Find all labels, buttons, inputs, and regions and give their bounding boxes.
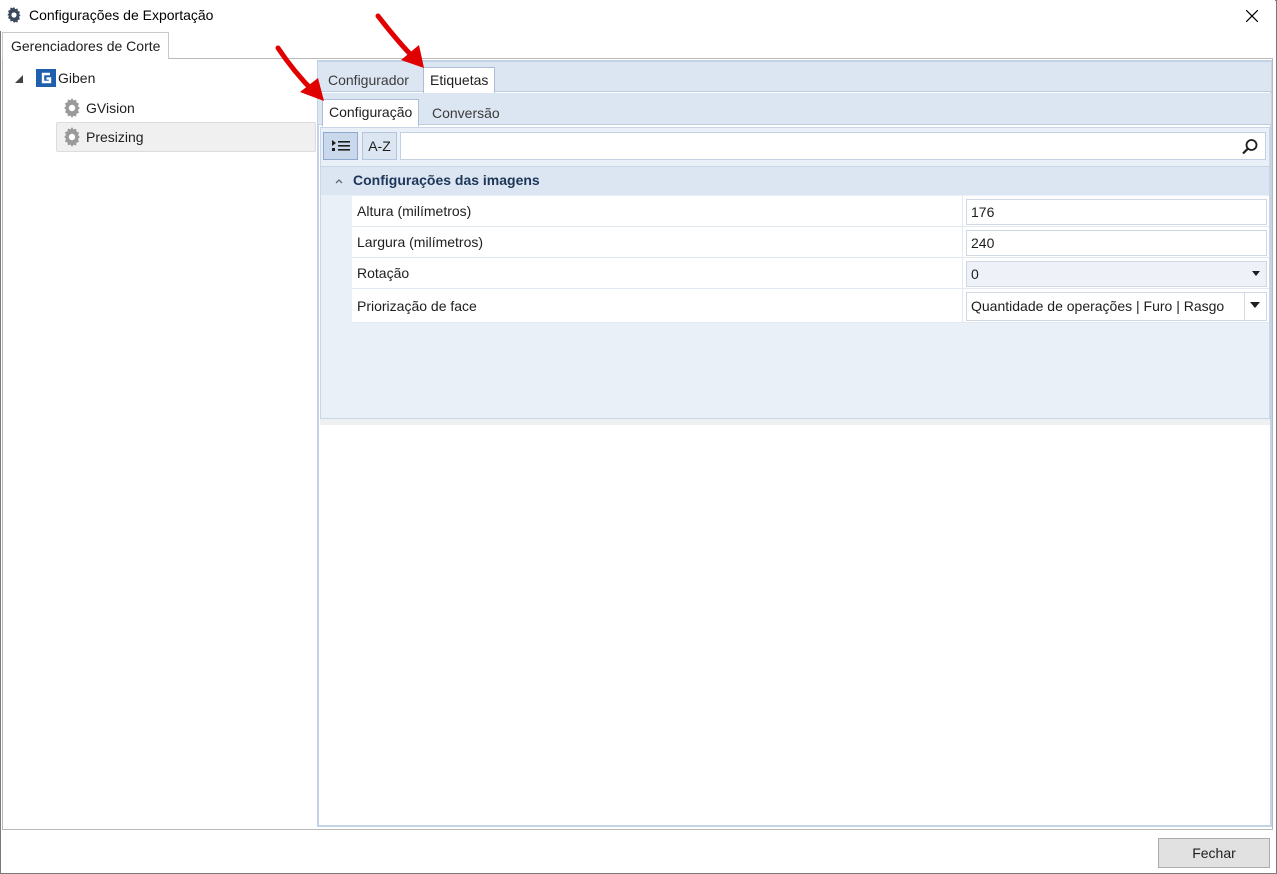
property-row: Largura (milímetros) 240: [352, 227, 1269, 258]
property-search-input[interactable]: [400, 132, 1266, 160]
tree-item-label: Giben: [58, 70, 96, 86]
close-icon: [1246, 9, 1258, 22]
dropdown-arrow-icon: [1252, 271, 1260, 276]
property-label: Rotação: [357, 265, 410, 281]
property-grid-divider: [320, 419, 1270, 425]
search-icon[interactable]: [1241, 138, 1259, 156]
property-label: Priorização de face: [357, 298, 477, 314]
rotation-dropdown[interactable]: 0: [966, 261, 1267, 287]
tree-item-label: GVision: [86, 100, 135, 116]
column-divider: [962, 227, 963, 258]
column-divider: [962, 289, 963, 323]
tab-gerenciadores-de-corte[interactable]: Gerenciadores de Corte: [2, 32, 170, 59]
tree-item-presizing[interactable]: Presizing: [56, 122, 316, 152]
property-row: Rotação 0: [352, 258, 1269, 289]
column-divider: [962, 258, 963, 289]
column-divider: [962, 196, 963, 227]
tree-item-label: Presizing: [86, 129, 144, 145]
tab-etiquetas[interactable]: Etiquetas: [423, 67, 496, 94]
property-label: Altura (milímetros): [357, 203, 472, 219]
giben-logo-icon: [36, 69, 56, 87]
window-title: Configurações de Exportação: [29, 7, 214, 23]
category-title: Configurações das imagens: [353, 172, 540, 188]
alphabetical-sort-button[interactable]: A-Z: [362, 132, 397, 160]
dropdown-arrow-icon: [1250, 302, 1260, 308]
categorized-view-button[interactable]: [323, 132, 358, 160]
gear-icon: [64, 98, 80, 118]
close-dialog-button[interactable]: Fechar: [1158, 838, 1270, 868]
tab-conversao[interactable]: Conversão: [426, 101, 506, 127]
height-input[interactable]: 176: [966, 199, 1267, 225]
dropdown-button[interactable]: [1244, 293, 1266, 320]
property-row: Altura (milímetros) 176: [352, 196, 1269, 227]
title-bar: Configurações de Exportação: [0, 0, 1275, 31]
chevron-up-icon[interactable]: [334, 176, 344, 186]
dropdown-value: 0: [971, 266, 979, 282]
width-input[interactable]: 240: [966, 230, 1267, 256]
tree-expand-icon[interactable]: [14, 74, 24, 84]
categorized-list-icon: [331, 140, 350, 151]
tab-configurador[interactable]: Configurador: [322, 68, 415, 94]
gear-icon: [7, 7, 21, 23]
cutting-managers-tree: [2, 60, 316, 830]
property-label: Largura (milímetros): [357, 234, 484, 250]
tree-item-giben[interactable]: Giben: [36, 63, 95, 93]
close-button[interactable]: [1229, 0, 1275, 31]
tree-item-gvision[interactable]: GVision: [60, 93, 135, 123]
dropdown-value: Quantidade de operações | Furo | Rasgo: [971, 298, 1225, 314]
face-priority-dropdown[interactable]: Quantidade de operações | Furo | Rasgo: [966, 292, 1267, 321]
property-row: Priorização de face Quantidade de operaç…: [352, 289, 1269, 323]
tab-configuracao[interactable]: Configuração: [322, 99, 420, 127]
gear-icon: [64, 127, 80, 147]
